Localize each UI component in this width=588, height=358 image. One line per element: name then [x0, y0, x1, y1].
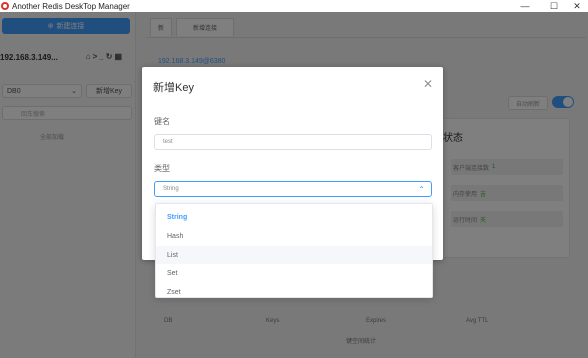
dialog-title: 新增Key — [153, 82, 194, 94]
option-string[interactable]: String — [156, 208, 432, 226]
type-dropdown: String Hash List Set Zset — [155, 203, 433, 298]
redis-app-icon — [1, 2, 9, 10]
app-window: Another Redis DeskTop Manager — ☐ ✕ ⊕ 新建… — [0, 0, 588, 358]
key-name-label: 键名 — [154, 117, 170, 126]
option-zset[interactable]: Zset — [156, 283, 432, 301]
option-set[interactable]: Set — [156, 264, 432, 282]
minimize-button[interactable]: — — [511, 0, 539, 12]
close-icon[interactable]: ✕ — [423, 77, 433, 91]
type-select-value: String — [163, 186, 179, 192]
close-window-button[interactable]: ✕ — [563, 0, 588, 12]
option-hash[interactable]: Hash — [156, 227, 432, 245]
title-bar: Another Redis DeskTop Manager — ☐ ✕ — [0, 0, 588, 12]
chevron-up-icon: ⌃ — [418, 184, 425, 194]
window-title: Another Redis DeskTop Manager — [12, 1, 130, 11]
key-name-value: test — [163, 139, 173, 145]
type-select[interactable]: String ⌃ — [154, 181, 432, 197]
key-name-input[interactable]: test — [154, 134, 432, 150]
type-label: 类型 — [154, 164, 170, 173]
option-list[interactable]: List — [156, 246, 432, 264]
